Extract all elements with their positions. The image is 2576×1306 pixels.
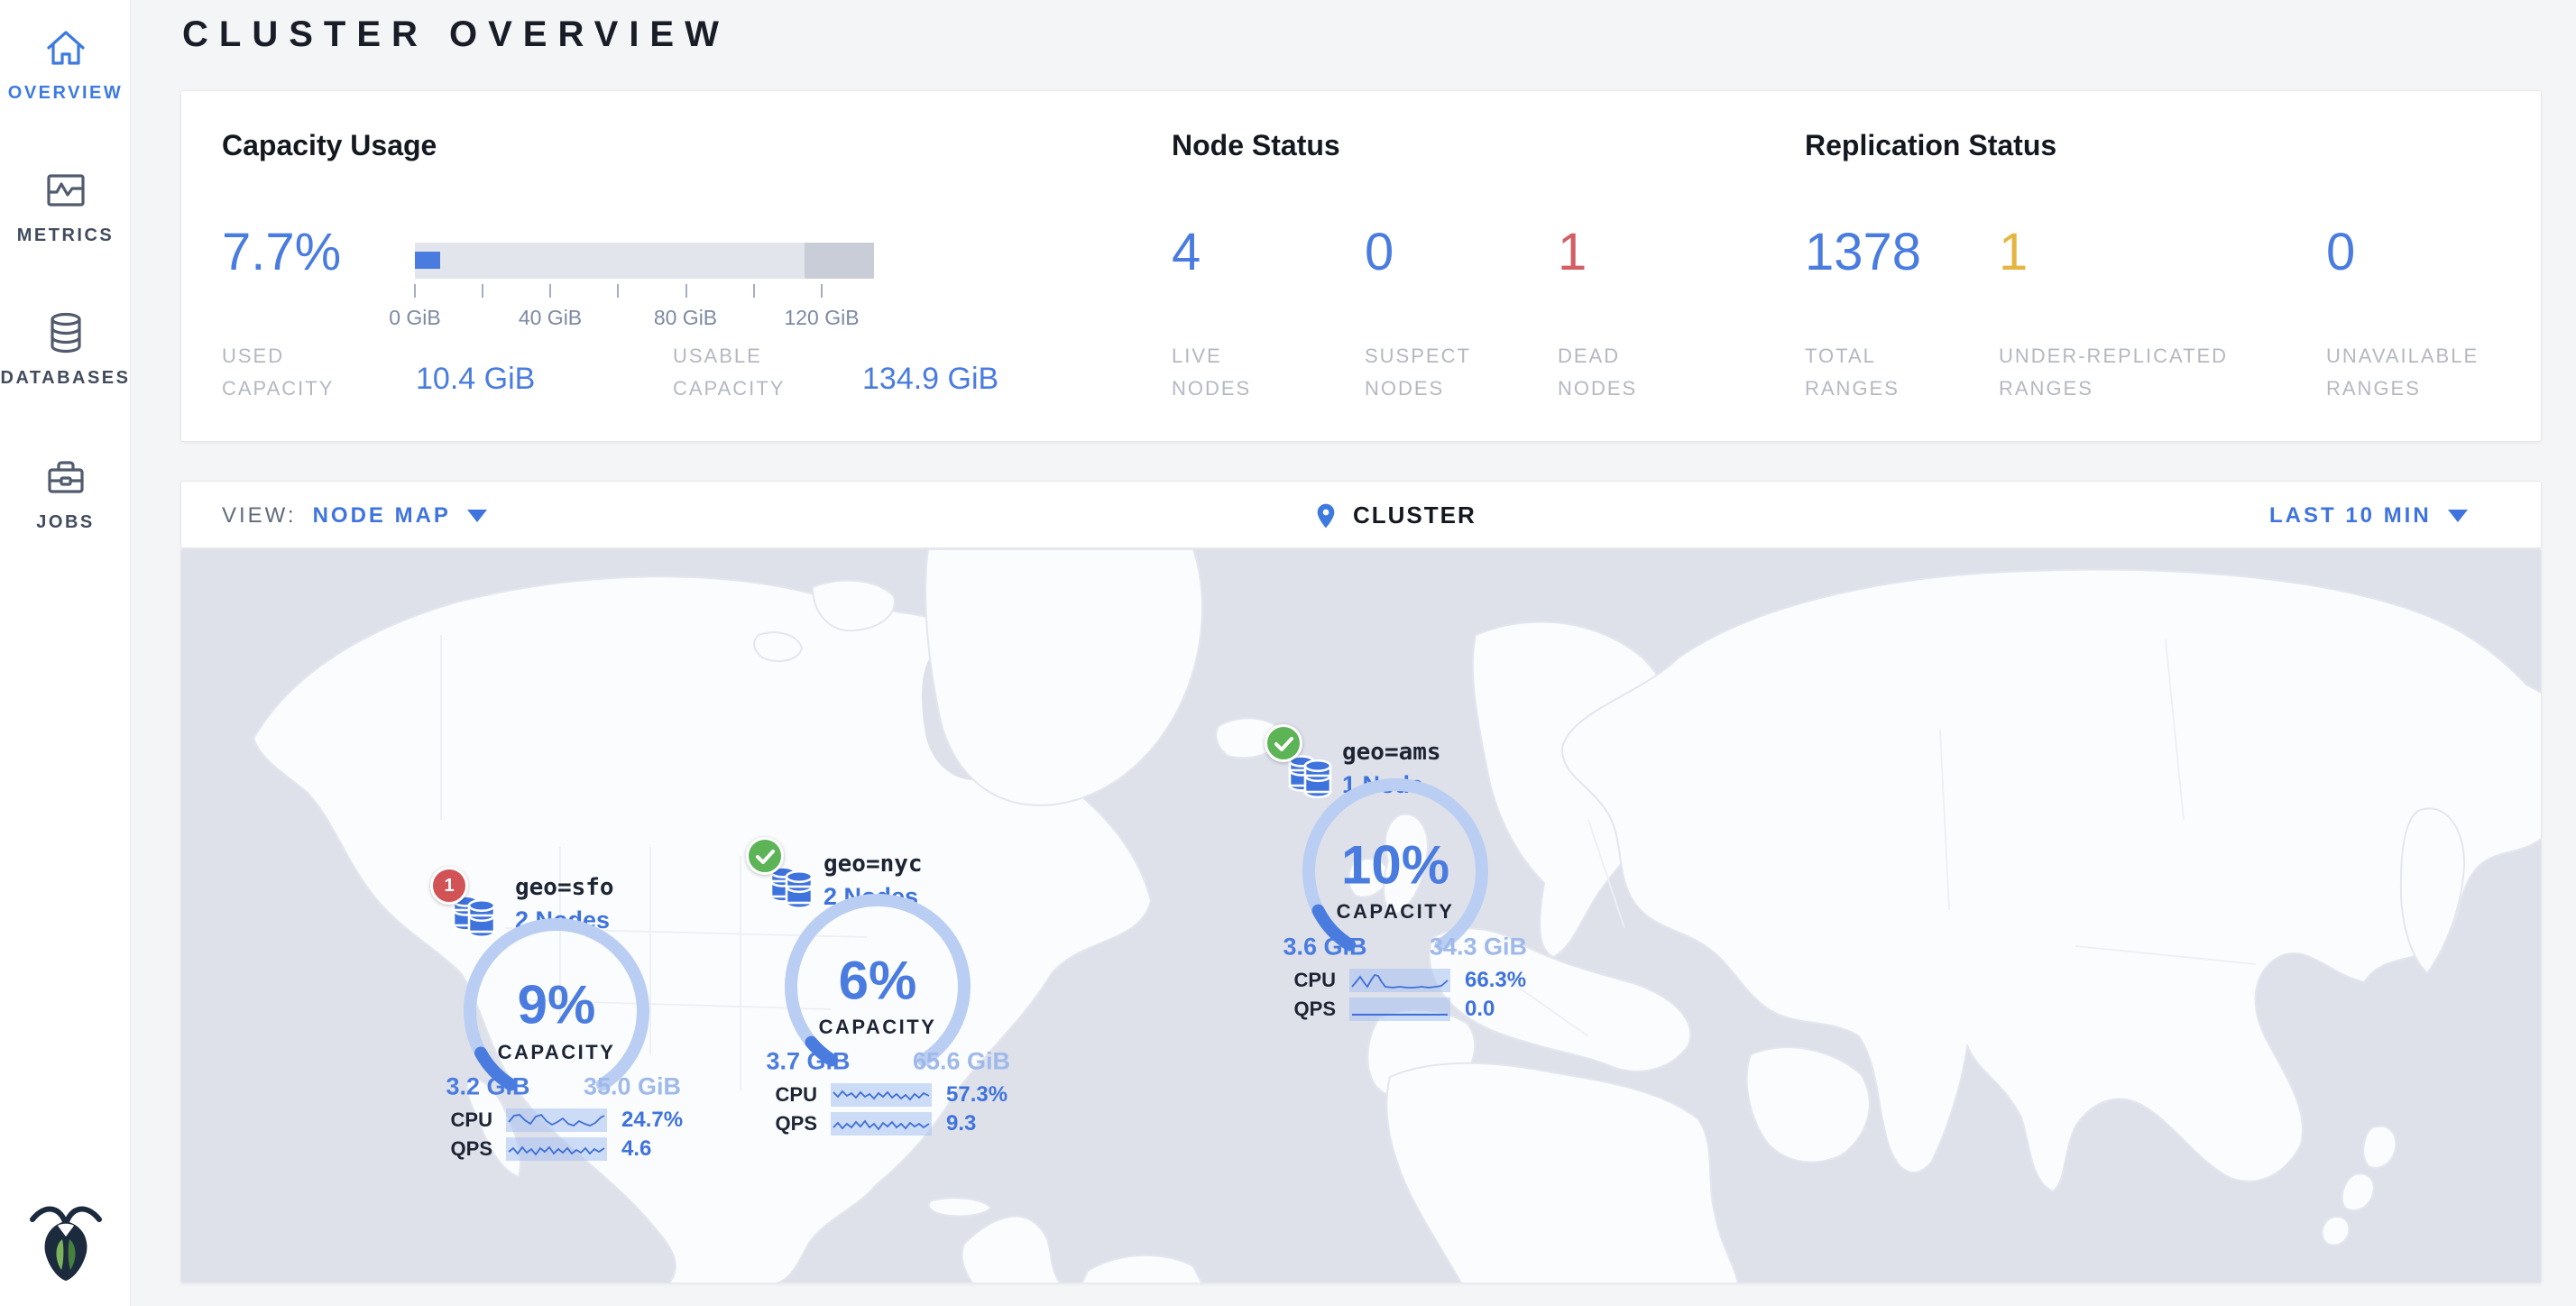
capacity-total-value: 65.6 GiB: [913, 1048, 1010, 1076]
capacity-percent: 9%: [518, 974, 596, 1036]
axis-tick: [482, 284, 483, 298]
cpu-sparkline: [506, 1108, 607, 1132]
capacity-bar-reserved-segment: [805, 243, 874, 279]
view-label: VIEW:: [222, 503, 297, 529]
sidebar-item-label: OVERVIEW: [0, 83, 131, 104]
sidebar-item-databases[interactable]: DATABASES: [0, 310, 131, 389]
usable-capacity-label: USABLECAPACITY: [673, 340, 785, 405]
qps-sparkline: [1349, 998, 1450, 1021]
qps-sparkline: [506, 1137, 607, 1161]
sidebar-item-metrics[interactable]: METRICS: [0, 168, 131, 246]
total-ranges-count: 1378: [1805, 226, 1921, 279]
axis-tick-label: 80 GiB: [631, 306, 740, 330]
capacity-bar: [415, 243, 874, 279]
cpu-label: CPU: [451, 1108, 492, 1132]
time-range-selector[interactable]: LAST 10 MIN: [2269, 482, 2468, 549]
suspect-nodes-label: SUSPECTNODES: [1365, 340, 1471, 405]
used-capacity-value: 10.4 GiB: [416, 362, 535, 397]
axis-tick-label: 0 GiB: [361, 306, 469, 330]
live-nodes-label: LIVENODES: [1172, 340, 1251, 405]
healthy-badge: [746, 837, 784, 875]
cpu-sparkline: [831, 1083, 932, 1107]
map-pin-icon: [1311, 498, 1340, 534]
capacity-used-value: 3.2 GiB: [446, 1073, 529, 1101]
locality-name: geo=nyc: [823, 851, 923, 878]
capacity-label: CAPACITY: [819, 1016, 937, 1039]
qps-value: 0.0: [1465, 997, 1495, 1022]
node-status-title: Node Status: [1172, 129, 1340, 162]
axis-tick: [414, 284, 416, 298]
locality-name: geo=sfo: [515, 874, 614, 901]
time-range-value: LAST 10 MIN: [2269, 503, 2432, 529]
capacity-used-value: 3.7 GiB: [766, 1048, 850, 1076]
axis-tick: [617, 284, 619, 298]
dead-nodes-count: 1: [1558, 226, 1587, 279]
cpu-sparkline: [1349, 969, 1450, 992]
metrics-icon: [43, 168, 88, 213]
view-selector[interactable]: VIEW: NODE MAP: [222, 482, 487, 549]
usable-capacity-value: 134.9 GiB: [862, 362, 998, 397]
capacity-label: CAPACITY: [1337, 900, 1455, 924]
axis-tick: [753, 284, 755, 298]
used-capacity-label: USEDCAPACITY: [222, 340, 334, 405]
capacity-used-value: 3.6 GiB: [1283, 934, 1366, 961]
cluster-summary-card: Capacity Usage 7.7% 0 GiB 40 GiB 80 GiB …: [180, 90, 2542, 442]
sidebar-item-label: METRICS: [0, 225, 131, 246]
qps-value: 9.3: [946, 1111, 976, 1136]
capacity-usage-title: Capacity Usage: [222, 129, 437, 162]
axis-tick: [821, 284, 823, 298]
axis-tick-label: 120 GiB: [768, 306, 876, 330]
axis-tick-label: 40 GiB: [496, 306, 604, 330]
chevron-down-icon: [467, 510, 487, 522]
databases-icon: [43, 310, 88, 355]
warning-badge: 1: [430, 867, 468, 905]
capacity-total-value: 35.0 GiB: [584, 1073, 681, 1101]
cpu-label: CPU: [776, 1083, 817, 1107]
suspect-nodes-count: 0: [1365, 226, 1394, 279]
dead-nodes-label: DEADNODES: [1558, 340, 1637, 405]
jobs-icon: [43, 455, 88, 500]
sidebar-item-label: JOBS: [0, 512, 131, 533]
axis-tick: [685, 284, 687, 298]
breadcrumb[interactable]: CLUSTER: [1311, 482, 1477, 549]
healthy-badge: [1265, 724, 1302, 762]
total-ranges-label: TOTALRANGES: [1805, 340, 1900, 405]
qps-sparkline: [831, 1112, 932, 1136]
breadcrumb-label: CLUSTER: [1353, 501, 1477, 529]
sidebar: OVERVIEW METRICS DATABASES: [0, 0, 131, 1306]
replication-status-title: Replication Status: [1805, 129, 2056, 162]
sidebar-item-overview[interactable]: OVERVIEW: [0, 25, 131, 104]
sidebar-item-jobs[interactable]: JOBS: [0, 455, 131, 533]
cpu-value: 24.7%: [621, 1108, 683, 1133]
qps-value: 4.6: [621, 1136, 651, 1162]
cpu-value: 66.3%: [1465, 968, 1526, 993]
axis-tick: [549, 284, 551, 298]
view-value: NODE MAP: [313, 503, 451, 529]
capacity-total-value: 34.3 GiB: [1430, 934, 1527, 961]
home-icon: [43, 25, 88, 70]
capacity-label: CAPACITY: [498, 1041, 616, 1064]
chevron-down-icon: [2448, 510, 2468, 522]
under-replicated-ranges-label: UNDER-REPLICATEDRANGES: [1999, 340, 2228, 405]
live-nodes-count: 4: [1172, 226, 1201, 279]
cpu-value: 57.3%: [946, 1082, 1007, 1108]
capacity-percent: 7.7%: [222, 226, 341, 279]
map-toolbar: VIEW: NODE MAP CLUSTER LAST 10 MIN: [180, 481, 2542, 548]
cpu-label: CPU: [1294, 969, 1336, 992]
sidebar-item-label: DATABASES: [0, 368, 131, 389]
capacity-percent: 10%: [1341, 834, 1449, 897]
node-map[interactable]: 1 geo=sfo 2 Nodes 9% CAPACITY 3.2 GiB 35…: [180, 548, 2542, 1283]
unavailable-ranges-count: 0: [2326, 226, 2355, 279]
capacity-percent: 6%: [839, 950, 917, 1012]
capacity-bar-used-fill: [415, 252, 440, 269]
qps-label: QPS: [776, 1112, 817, 1136]
qps-label: QPS: [1294, 998, 1336, 1021]
unavailable-ranges-label: UNAVAILABLERANGES: [2326, 340, 2479, 405]
under-replicated-ranges-count: 1: [1999, 226, 2028, 279]
qps-label: QPS: [451, 1137, 492, 1161]
page-title: CLUSTER OVERVIEW: [182, 14, 730, 55]
locality-name: geo=ams: [1342, 739, 1441, 766]
cockroachdb-logo: [27, 1200, 105, 1283]
